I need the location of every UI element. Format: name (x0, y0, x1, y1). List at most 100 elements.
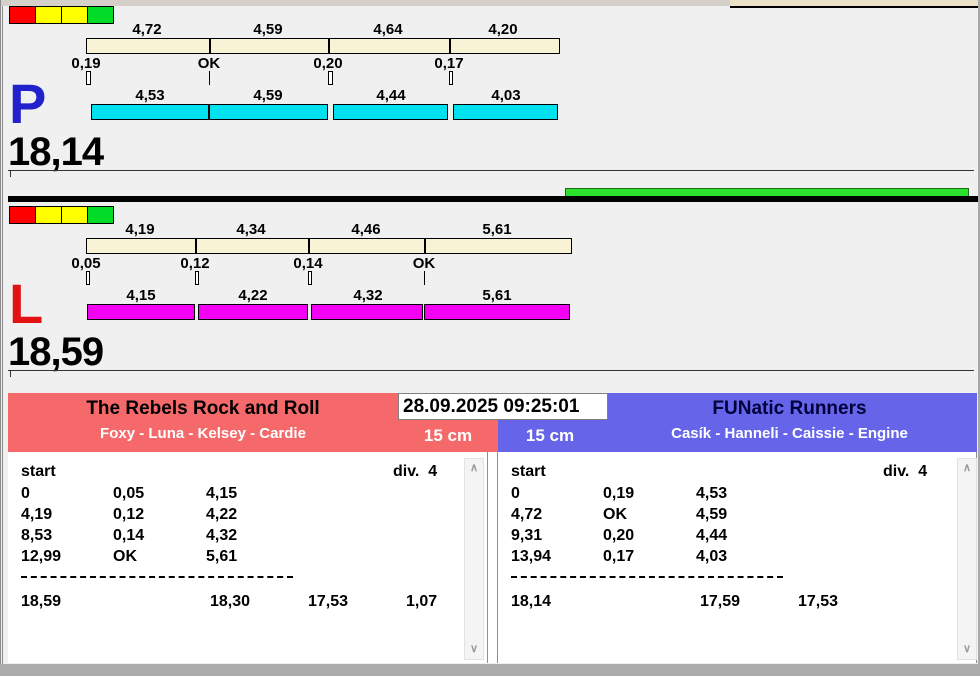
split-bar-divider (424, 239, 426, 253)
table-cell: OK (113, 548, 137, 565)
split-time-label: 5,61 (482, 221, 512, 238)
split-time-label: 4,72 (132, 21, 162, 38)
run-time-label: 4,03 (491, 87, 521, 104)
split-time-label: 4,20 (488, 21, 518, 38)
lane-total-time: 18,59 (8, 330, 104, 374)
right-table-scrollbar[interactable]: ∧ ∨ (957, 458, 977, 660)
run-bar-segment (87, 304, 195, 320)
tick-mark (10, 371, 11, 377)
lane-total-time: 18,14 (8, 130, 104, 174)
datetime-display: 28.09.2025 09:25:01 (398, 393, 608, 420)
team-name-right: FUNatic Runners (712, 398, 867, 419)
table-dashed-separator (511, 576, 783, 578)
status-squares (9, 6, 114, 24)
split-time-label: 4,64 (373, 21, 403, 38)
table-cell: 4,32 (206, 527, 238, 544)
lane-letter-L: L (9, 272, 44, 335)
scroll-up-arrow-icon[interactable]: ∧ (958, 463, 976, 474)
team-members-left: Foxy - Luna - Kelsey - Cardie (100, 425, 306, 442)
table-total-value: 18,59 (21, 593, 62, 610)
table-total-value: 18,14 (511, 593, 552, 610)
takeover-gap-marker (86, 271, 90, 285)
table-cell: 0,19 (603, 485, 635, 502)
split-bar-divider (308, 239, 310, 253)
run-time-label: 4,15 (126, 287, 156, 304)
team-members-right: Casík - Hanneli - Caissie - Engine (671, 425, 908, 442)
run-bar-segment (453, 104, 558, 120)
table-total-value: 17,53 (798, 593, 839, 610)
takeover-label: 0,20 (313, 55, 343, 72)
status-square-0 (9, 6, 36, 24)
timing-app-window: 4,72 0,19 4,53 4,59 OK 4,59 4,64 0,20 4,44 4,20 0,… (0, 0, 980, 676)
takeover-label: OK (412, 255, 436, 272)
table-cell: 13,94 (511, 548, 552, 565)
takeover-label: 0,19 (71, 55, 101, 72)
split-bar-divider (449, 39, 451, 53)
lane-underline (8, 170, 974, 171)
takeover-ok-marker (424, 271, 425, 285)
run-time-label: 5,61 (482, 287, 512, 304)
split-time-label: 4,46 (351, 221, 381, 238)
split-bar (86, 238, 572, 254)
status-square-1 (35, 206, 62, 224)
takeover-gap-marker (308, 271, 312, 285)
table-cell: 0 (511, 485, 520, 502)
table-start-label: start (511, 463, 546, 480)
distance-badge-left: 15 cm (398, 420, 498, 452)
table-cell: 4,22 (206, 506, 238, 523)
run-time-label: 4,32 (353, 287, 383, 304)
takeover-label: 0,14 (293, 255, 323, 272)
run-bar-segment (333, 104, 448, 120)
takeover-gap-marker (195, 271, 199, 285)
section-separator-bar (8, 196, 978, 202)
split-time-label: 4,59 (253, 21, 283, 38)
table-cell: 0,05 (113, 485, 145, 502)
split-table-left: start div. 4 0 0,05 4,15 4,19 0,12 4,22 8,53 0,14… (8, 452, 488, 663)
status-square-2 (61, 6, 88, 24)
run-bar-segment (198, 304, 308, 320)
table-cell: 4,44 (696, 527, 728, 544)
status-square-0 (9, 206, 36, 224)
lane-underline (8, 370, 974, 371)
split-time-label: 4,19 (125, 221, 155, 238)
table-cell: 4,03 (696, 548, 728, 565)
tick-mark (10, 171, 11, 177)
run-time-label: 4,53 (135, 87, 165, 104)
status-squares (9, 206, 114, 224)
status-square-2 (61, 206, 88, 224)
table-cell: 0,12 (113, 506, 145, 523)
scroll-down-arrow-icon[interactable]: ∨ (465, 644, 483, 655)
table-total-value: 17,59 (700, 593, 741, 610)
scroll-down-arrow-icon[interactable]: ∨ (958, 644, 976, 655)
table-cell: 0,20 (603, 527, 635, 544)
split-bar-divider (209, 39, 211, 53)
table-div-label: div. 4 (393, 463, 438, 480)
run-time-label: 4,22 (238, 287, 268, 304)
table-total-value: 18,30 (210, 593, 251, 610)
takeover-ok-marker (209, 71, 210, 85)
takeover-label: 0,17 (434, 55, 464, 72)
run-bar-segment (209, 104, 328, 120)
status-square-1 (35, 6, 62, 24)
split-bar-divider (195, 239, 197, 253)
table-cell: 0,14 (113, 527, 145, 544)
takeover-label: 0,05 (71, 255, 101, 272)
table-cell: 4,19 (21, 506, 53, 523)
split-table-right: start div. 4 0 0,19 4,53 4,72 OK 4,59 9,31 0,20 4,… (498, 452, 977, 663)
split-bar-divider (328, 39, 330, 53)
scroll-up-arrow-icon[interactable]: ∧ (465, 463, 483, 474)
table-total-value: 17,53 (308, 593, 349, 610)
table-cell: 4,72 (511, 506, 543, 523)
takeover-gap-marker (86, 71, 91, 85)
left-table-scrollbar[interactable]: ∧ ∨ (464, 458, 484, 660)
table-cell: 9,31 (511, 527, 543, 544)
run-bar-segment (424, 304, 570, 320)
table-cell: 4,15 (206, 485, 238, 502)
split-time-label: 4,34 (236, 221, 266, 238)
table-cell: 0,17 (603, 548, 635, 565)
table-cell: OK (603, 506, 627, 523)
run-time-label: 4,59 (253, 87, 283, 104)
table-cell: 4,53 (696, 485, 728, 502)
run-bar-segment (311, 304, 423, 320)
run-bar-segment (91, 104, 209, 120)
